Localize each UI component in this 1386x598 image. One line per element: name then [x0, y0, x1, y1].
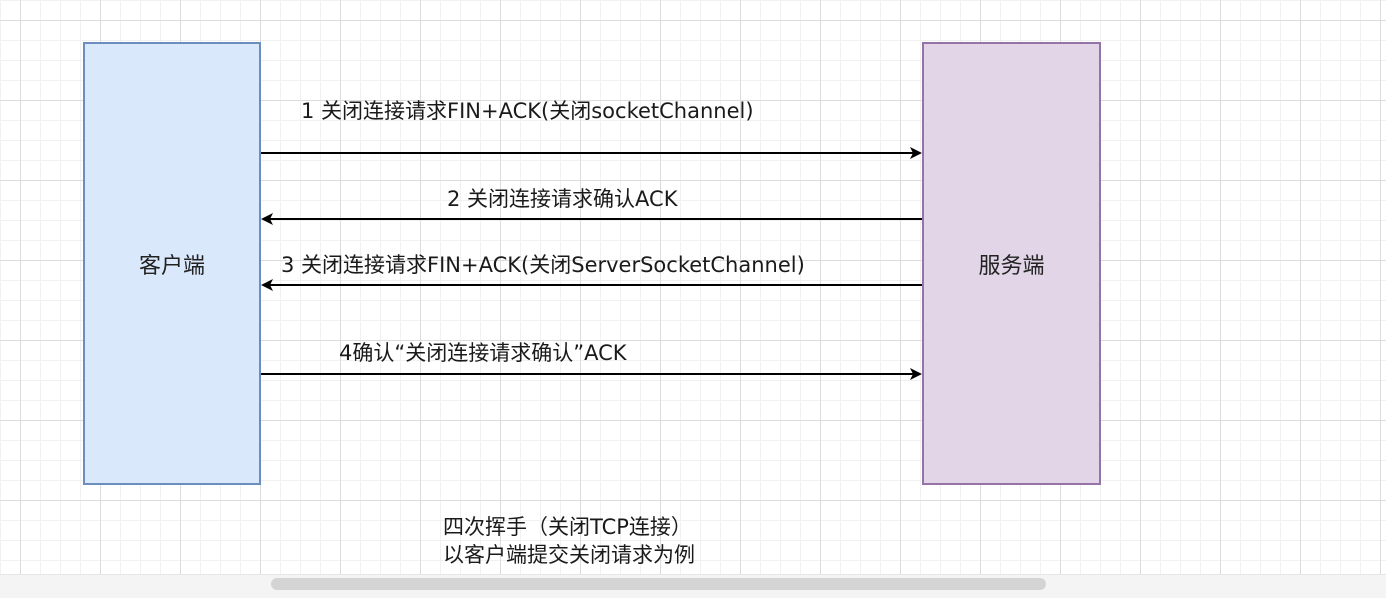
diagram-canvas: 客户端 服务端 1 关闭连接请求FIN+ACK(关闭socketChannel)… [0, 0, 1386, 598]
caption-title[interactable]: 四次挥手（关闭TCP连接） [443, 513, 692, 541]
caption-subtitle[interactable]: 以客户端提交关闭请求为例 [443, 541, 695, 569]
message-3-label[interactable]: 3 关闭连接请求FIN+ACK(关闭ServerSocketChannel) [281, 253, 805, 277]
horizontal-scrollbar-thumb[interactable] [271, 578, 1046, 590]
message-4-label[interactable]: 4确认“关闭连接请求确认”ACK [339, 341, 627, 365]
message-arrows [261, 147, 922, 380]
message-1-label[interactable]: 1 关闭连接请求FIN+ACK(关闭socketChannel) [301, 99, 754, 123]
message-2-label[interactable]: 2 关闭连接请求确认ACK [447, 187, 677, 211]
